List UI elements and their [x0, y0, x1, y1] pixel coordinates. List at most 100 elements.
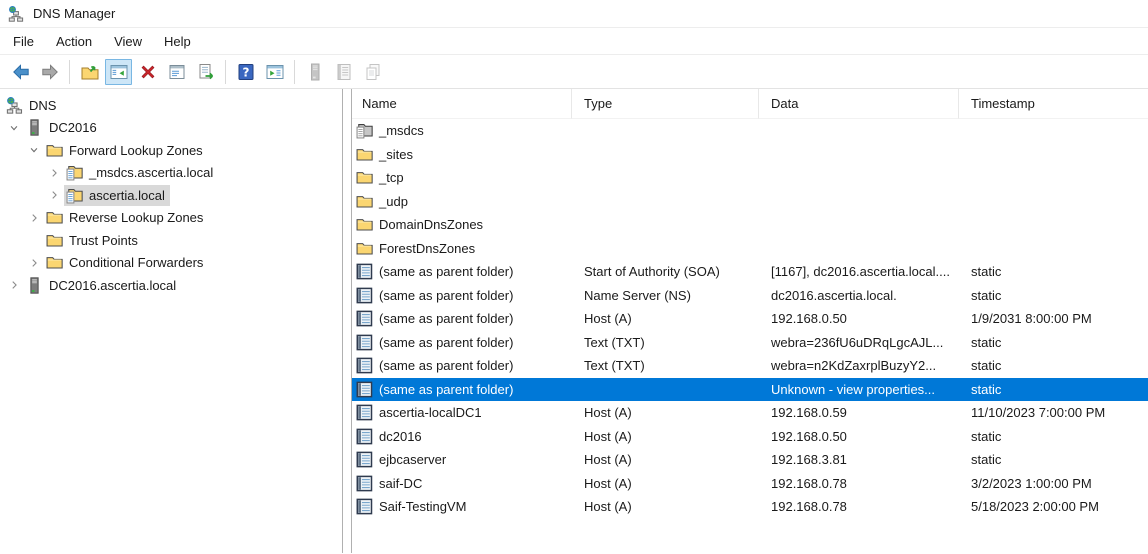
record-icon	[356, 498, 373, 515]
column-header-timestamp[interactable]: Timestamp	[959, 89, 1148, 119]
tree-item-msdcs-ascertia-local[interactable]: _msdcs.ascertia.local	[0, 162, 342, 185]
table-row[interactable]: ejbcaserverHost (A)192.168.3.81static	[352, 448, 1148, 472]
table-row[interactable]: _sites	[352, 143, 1148, 167]
tree-item-ascertia-local[interactable]: ascertia.local	[0, 184, 342, 207]
cell-data: 192.168.0.78	[759, 495, 959, 519]
column-header-type[interactable]: Type	[572, 89, 759, 119]
server-icon	[26, 277, 43, 294]
dns-manager-icon	[8, 6, 24, 22]
tree-item-dc2016[interactable]: DC2016	[0, 117, 342, 140]
record-data: Unknown - view properties...	[771, 382, 935, 397]
cell-data	[759, 119, 959, 143]
menu-help[interactable]: Help	[153, 30, 202, 53]
table-row[interactable]: saif-DCHost (A)192.168.0.783/2/2023 1:00…	[352, 472, 1148, 496]
record-name: (same as parent folder)	[379, 382, 513, 397]
record-timestamp: static	[971, 358, 1001, 373]
properties-icon	[167, 62, 187, 82]
properties-button[interactable]	[163, 59, 190, 85]
up-one-level-button[interactable]	[76, 59, 103, 85]
pane-splitter[interactable]	[343, 89, 351, 553]
export-list-button[interactable]	[192, 59, 219, 85]
cell-timestamp: 11/10/2023 7:00:00 PM	[959, 401, 1148, 425]
list-tool-icon	[334, 62, 354, 82]
tree-item-label: DNS	[29, 98, 56, 113]
column-header-label: Data	[771, 96, 798, 111]
cell-type: Start of Authority (SOA)	[572, 260, 759, 284]
record-icon	[356, 310, 373, 327]
chevron-right-icon[interactable]	[44, 168, 64, 178]
record-list-button[interactable]	[330, 59, 357, 85]
tree-item-label: Reverse Lookup Zones	[69, 210, 203, 225]
chevron-right-icon[interactable]	[4, 280, 24, 290]
show-hide-action-pane-button[interactable]	[261, 59, 288, 85]
show-hide-console-tree-button[interactable]	[105, 59, 132, 85]
delete-icon	[138, 62, 158, 82]
tree-item-dc2016-ascertia-local[interactable]: DC2016.ascertia.local	[0, 274, 342, 297]
cell-timestamp	[959, 166, 1148, 190]
table-row[interactable]: dc2016Host (A)192.168.0.50static	[352, 425, 1148, 449]
table-row[interactable]: (same as parent folder) Unknown - view pr…	[352, 378, 1148, 402]
menu-view[interactable]: View	[103, 30, 153, 53]
tree-item-reverse-lookup-zones[interactable]: Reverse Lookup Zones	[0, 207, 342, 230]
help-button[interactable]: ?	[232, 59, 259, 85]
table-row[interactable]: (same as parent folder)Text (TXT)webra=n…	[352, 354, 1148, 378]
record-timestamp: static	[971, 382, 1001, 397]
folder-icon	[46, 232, 63, 249]
chevron-down-icon[interactable]	[4, 123, 24, 133]
tree-item-label: Forward Lookup Zones	[69, 143, 203, 158]
record-name: _msdcs	[379, 123, 424, 138]
cell-timestamp	[959, 119, 1148, 143]
back-icon	[11, 62, 31, 82]
record-data: 192.168.3.81	[771, 452, 847, 467]
tree-item-forward-lookup-zones[interactable]: Forward Lookup Zones	[0, 139, 342, 162]
record-timestamp: 5/18/2023 2:00:00 PM	[971, 499, 1099, 514]
record-name: (same as parent folder)	[379, 358, 513, 373]
table-row[interactable]: _msdcs	[352, 119, 1148, 143]
forward-button[interactable]	[36, 59, 63, 85]
server-icon	[26, 119, 43, 136]
table-row[interactable]: (same as parent folder)Text (TXT)webra=2…	[352, 331, 1148, 355]
back-button[interactable]	[7, 59, 34, 85]
chevron-down-icon[interactable]	[24, 145, 44, 155]
table-row[interactable]: ForestDnsZones	[352, 237, 1148, 261]
cell-data: 192.168.0.50	[759, 425, 959, 449]
copy-tool-icon	[363, 62, 383, 82]
cell-data: 192.168.0.50	[759, 307, 959, 331]
export-list-icon	[196, 62, 216, 82]
tree-item-trust-points[interactable]: Trust Points	[0, 229, 342, 252]
table-row[interactable]: (same as parent folder)Host (A)192.168.0…	[352, 307, 1148, 331]
table-row[interactable]: (same as parent folder)Name Server (NS)d…	[352, 284, 1148, 308]
cell-name: _tcp	[352, 166, 572, 190]
table-row[interactable]: Saif-TestingVMHost (A)192.168.0.785/18/2…	[352, 495, 1148, 519]
menu-file[interactable]: File	[2, 30, 45, 53]
cell-type	[572, 190, 759, 214]
record-data: 192.168.0.78	[771, 476, 847, 491]
column-header-name[interactable]: Name	[352, 89, 572, 119]
record-timestamp: static	[971, 335, 1001, 350]
copy-button[interactable]	[359, 59, 386, 85]
record-name: _tcp	[379, 170, 404, 185]
folder-icon	[356, 216, 373, 233]
chevron-right-icon[interactable]	[24, 213, 44, 223]
column-header-data[interactable]: Data	[759, 89, 959, 119]
folder-icon	[356, 146, 373, 163]
cell-timestamp: static	[959, 284, 1148, 308]
chevron-right-icon[interactable]	[24, 258, 44, 268]
dns-server-button[interactable]	[301, 59, 328, 85]
table-row[interactable]: DomainDnsZones	[352, 213, 1148, 237]
menu-action[interactable]: Action	[45, 30, 103, 53]
record-name: ForestDnsZones	[379, 241, 475, 256]
table-row[interactable]: ascertia-localDC1Host (A)192.168.0.5911/…	[352, 401, 1148, 425]
tree-item-conditional-forwarders[interactable]: Conditional Forwarders	[0, 252, 342, 275]
cell-timestamp: static	[959, 260, 1148, 284]
table-row[interactable]: (same as parent folder)Start of Authorit…	[352, 260, 1148, 284]
table-row[interactable]: _tcp	[352, 166, 1148, 190]
record-data: webra=n2KdZaxrplBuzyY2...	[771, 358, 936, 373]
cell-name: _sites	[352, 143, 572, 167]
cell-type	[572, 166, 759, 190]
record-data: [1167], dc2016.ascertia.local....	[771, 264, 950, 279]
tree-item-dns[interactable]: DNS	[0, 94, 342, 117]
delete-button[interactable]	[134, 59, 161, 85]
chevron-right-icon[interactable]	[44, 190, 64, 200]
table-row[interactable]: _udp	[352, 190, 1148, 214]
